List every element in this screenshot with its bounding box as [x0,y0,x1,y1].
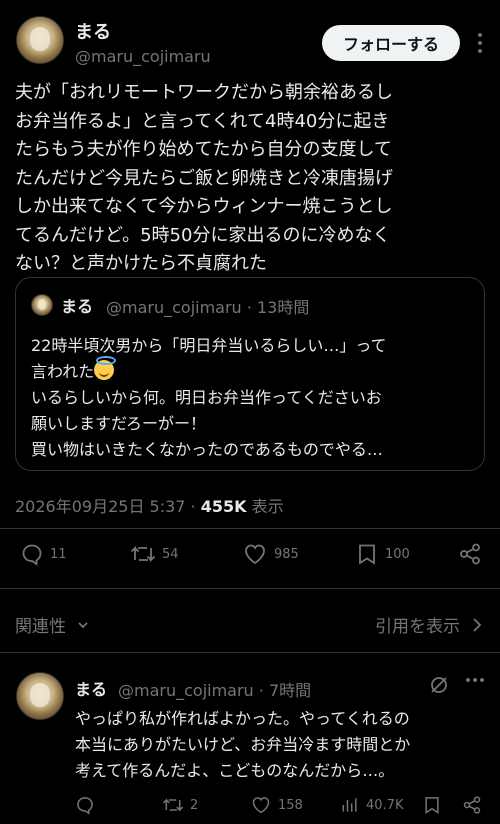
reply-icon [77,797,93,815]
reply-text: やっぱり私が作ればよかった。やってくれるの 本当にありがたいけど、お弁当冷ます時… [75,709,411,780]
bookmark-action[interactable]: 100 [355,542,410,566]
reply-views-action[interactable]: 40.7K [340,795,403,815]
quote-text: 22時半頃次男から「明日弁当いるらしい…」って 言われた いるらしいから何。明日… [31,333,475,463]
quote-author-handle: @maru_cojimaru [106,298,242,317]
reply-author-handle[interactable]: @maru_cojimaru [118,681,254,700]
reply-reply-action[interactable] [75,795,95,815]
quote-author-meta: @maru_cojimaru · 13時間 [106,298,310,317]
bookmark-count: 100 [385,546,410,562]
heart-icon [245,544,265,565]
reply-time[interactable]: 7時間 [269,681,311,700]
author-name[interactable]: まる [75,18,111,44]
bookmark-icon [425,797,439,814]
reply-bookmark-action[interactable] [422,795,442,815]
reply-icon [22,544,42,566]
quote-avatar [31,294,53,316]
reply-views-count: 40.7K [366,797,404,813]
halo-smile-emoji-icon [94,356,117,380]
reply-count: 11 [50,546,67,562]
analytics-icon [342,798,357,812]
quote-author-name: まる [61,297,94,316]
sort-relevance-dropdown[interactable]: 関連性 [15,612,90,637]
post-date[interactable]: 2026年09月25日 5:37 [15,497,185,516]
author-avatar[interactable] [16,16,64,64]
reply-like-action[interactable]: 158 [250,795,303,815]
quote-time: 13時間 [256,298,310,317]
share-icon [463,796,481,814]
reply-author-name[interactable]: まる [75,676,107,700]
view-quotes-link[interactable]: 引用を表示 [375,612,482,637]
bookmark-icon [359,544,375,565]
share-action[interactable] [458,542,482,566]
quote-text-line2: 言われた [31,362,95,381]
reply-share-action[interactable] [462,795,482,815]
repost-icon [130,545,156,563]
like-count: 985 [274,546,299,562]
more-options-icon[interactable] [468,26,492,60]
reply-action[interactable]: 11 [20,542,67,566]
reply-author-meta[interactable]: @maru_cojimaru · 7時間 [118,677,311,701]
quoted-post-card[interactable]: まる @maru_cojimaru · 13時間 22時半頃次男から「明日弁当い… [15,277,485,471]
share-icon [460,543,480,565]
reply-like-count: 158 [278,797,303,813]
repost-icon [162,798,184,812]
divider [0,528,500,529]
author-handle[interactable]: @maru_cojimaru [75,47,211,66]
like-action[interactable]: 985 [242,542,299,566]
views-label: 表示 [251,497,284,516]
reply-more-options-icon[interactable] [466,678,484,682]
repost-count: 54 [162,546,179,562]
view-count: 455K [200,497,247,516]
quote-text-line1: 22時半頃次男から「明日弁当いるらしい…」って [31,336,387,355]
divider [0,588,500,589]
post-text: 夫が「おれリモートワークだから朝余裕あるし お弁当作るよ」と言ってくれて4時40… [15,82,393,274]
grok-icon[interactable] [428,674,450,700]
heart-icon [252,797,270,814]
reply-repost-count: 2 [190,797,199,813]
post-timestamp[interactable]: 2026年09月25日 5:37 · 455K 表示 [15,493,284,517]
reply-avatar[interactable] [16,672,64,720]
relevance-label: 関連性 [15,617,66,637]
chevron-down-icon [78,621,88,628]
follow-button[interactable]: フォローする [322,25,460,61]
chevron-right-icon [473,617,482,632]
divider [0,652,500,653]
reply-repost-action[interactable]: 2 [162,795,198,815]
quote-text-line3: いるらしいから何。明日お弁当作ってくださいお 願いしますだろーがー！ 買い物はい… [31,388,383,459]
view-quotes-label: 引用を表示 [375,617,460,637]
repost-action[interactable]: 54 [130,542,179,566]
